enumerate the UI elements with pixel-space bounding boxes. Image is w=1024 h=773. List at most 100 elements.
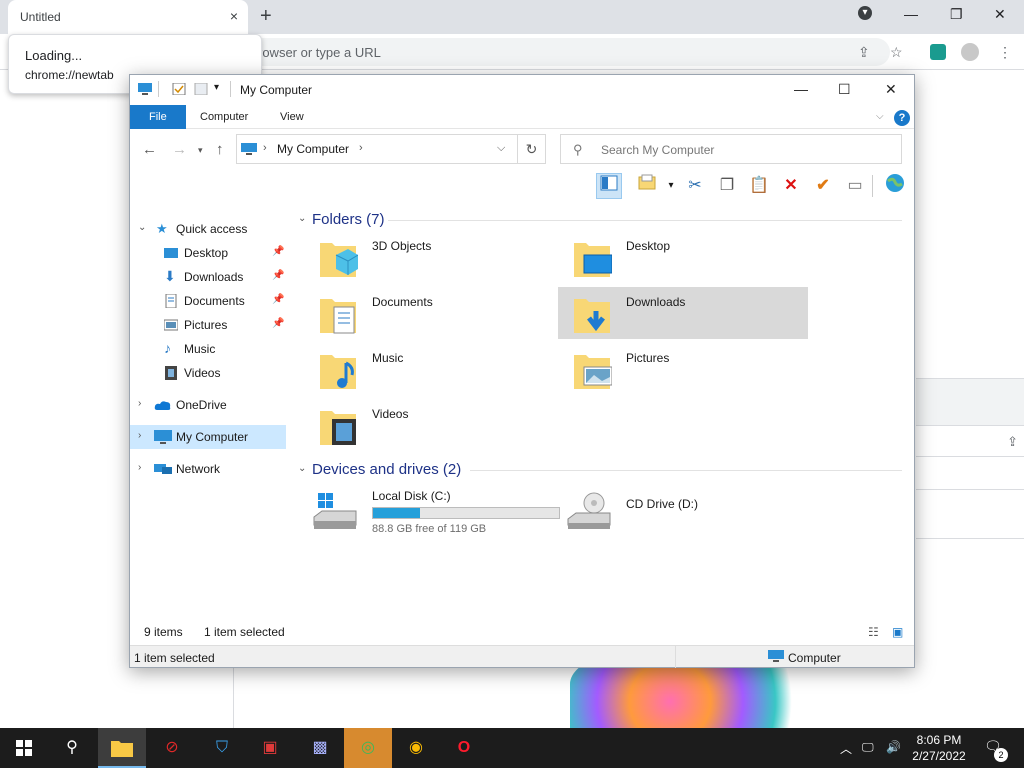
sidebar-item-downloads[interactable]: ⬇ Downloads 📌 xyxy=(130,265,290,289)
screen-recorder-icon[interactable]: ▣ xyxy=(246,728,294,768)
videos-folder-icon xyxy=(320,411,356,445)
refresh-button[interactable]: ↻ xyxy=(518,134,546,164)
folder-desktop[interactable]: Desktop xyxy=(558,231,808,283)
tab-search-button[interactable]: ▾ xyxy=(858,6,872,20)
expand-chevron-icon[interactable]: › xyxy=(138,430,141,441)
app-icon-red-badge[interactable]: ⊘ xyxy=(148,728,196,768)
start-button[interactable] xyxy=(0,728,48,768)
group-header-label: Devices and drives (2) xyxy=(312,461,462,478)
browser-maximize-button[interactable]: ❐ xyxy=(950,6,963,23)
breadcrumb-chevron-icon[interactable]: › xyxy=(359,142,363,154)
menu-kebab-icon[interactable]: ⋮ xyxy=(998,44,1012,61)
globe-icon[interactable] xyxy=(882,173,908,199)
windows-logo-icon xyxy=(16,740,32,756)
drive-label: Local Disk (C:) xyxy=(372,489,451,503)
sidebar-item-music[interactable]: ♪ Music xyxy=(130,337,290,361)
shield-app-icon[interactable]: ⛉ xyxy=(198,728,246,768)
browser-close-button[interactable]: ✕ xyxy=(994,6,1006,23)
delete-icon[interactable]: ✕ xyxy=(778,173,804,199)
address-box[interactable]: › My Computer › ⌵ xyxy=(236,134,518,164)
computer-icon xyxy=(241,143,257,155)
folder-videos[interactable]: Videos xyxy=(304,399,554,451)
drive-local-disk-c[interactable]: Local Disk (C:) 88.8 GB free of 119 GB xyxy=(304,485,564,537)
tab-view[interactable]: View xyxy=(280,111,304,123)
forward-button[interactable]: → xyxy=(172,141,187,158)
browser-minimize-button[interactable]: — xyxy=(904,6,918,22)
close-button[interactable]: ✕ xyxy=(885,81,897,98)
preview-pane-icon[interactable] xyxy=(596,173,622,199)
sidebar-item-documents[interactable]: Documents 📌 xyxy=(130,289,290,313)
up-button[interactable]: ↑ xyxy=(216,141,224,158)
folder-documents[interactable]: Documents xyxy=(304,287,554,339)
desktop-folder-icon xyxy=(574,243,612,277)
folder-label: Music xyxy=(372,351,404,365)
minimize-button[interactable]: — xyxy=(794,81,808,97)
new-item-dropdown-icon[interactable]: ▾ xyxy=(658,173,684,199)
folder-pictures[interactable]: Pictures xyxy=(558,343,808,395)
new-item-icon[interactable] xyxy=(634,173,660,199)
sidebar-item-network[interactable]: › Network xyxy=(130,457,290,481)
checkmark-icon[interactable]: ✔ xyxy=(810,173,836,199)
maximize-button[interactable]: ☐ xyxy=(838,81,851,98)
network-tray-icon[interactable]: 🖵 xyxy=(862,740,874,755)
sidebar-item-my-computer[interactable]: › My Computer xyxy=(130,425,286,449)
group-header-devices[interactable]: ⌄ Devices and drives (2) xyxy=(294,459,910,481)
tab-file[interactable]: File xyxy=(130,105,186,129)
volume-icon[interactable]: 🔊 xyxy=(886,740,901,754)
rename-icon[interactable]: ▭ xyxy=(842,173,868,199)
pin-icon: 📌 xyxy=(272,294,285,305)
film-icon xyxy=(165,366,177,380)
folder-3d-objects[interactable]: 3D Objects xyxy=(304,231,554,283)
breadcrumb-separator-icon[interactable]: › xyxy=(263,142,267,154)
drive-label: CD Drive (D:) xyxy=(626,497,698,511)
folder-downloads[interactable]: Downloads xyxy=(558,287,808,339)
recent-locations-button[interactable]: ▾ xyxy=(198,145,203,156)
chrome-browser-icon[interactable]: ◉ xyxy=(392,728,440,768)
address-dropdown-icon[interactable]: ⌵ xyxy=(497,142,505,155)
sidebar-item-quick-access[interactable]: ⌄ ★ Quick access xyxy=(130,217,290,241)
opera-browser-icon[interactable]: O xyxy=(440,728,488,768)
help-icon[interactable]: ? xyxy=(894,110,910,126)
download-arrow-icon: ⬇ xyxy=(164,268,176,284)
sidebar-item-desktop[interactable]: Desktop 📌 xyxy=(130,241,290,265)
drive-cd-d[interactable]: CD Drive (D:) xyxy=(558,485,818,537)
expand-chevron-icon[interactable]: › xyxy=(138,398,141,409)
new-folder-icon[interactable] xyxy=(194,83,208,95)
breadcrumb-my-computer[interactable]: My Computer xyxy=(277,142,349,156)
image-app-icon[interactable]: ▩ xyxy=(296,728,344,768)
bookmark-star-icon[interactable]: ☆ xyxy=(890,44,903,61)
cut-icon[interactable]: ✂ xyxy=(682,173,708,199)
paste-icon[interactable]: 📋 xyxy=(746,173,772,199)
panel-share-icon[interactable]: ⇪ xyxy=(1007,434,1018,450)
share-icon[interactable]: ⇪ xyxy=(858,44,870,61)
extension-icon[interactable] xyxy=(930,44,946,60)
properties-icon[interactable] xyxy=(172,83,186,95)
sidebar-item-videos[interactable]: Videos xyxy=(130,361,290,385)
large-icons-view-icon[interactable]: ▣ xyxy=(892,625,903,639)
folder-music[interactable]: Music xyxy=(304,343,554,395)
collapse-chevron-icon[interactable]: ⌄ xyxy=(298,213,306,224)
group-header-folders[interactable]: ⌄ Folders (7) xyxy=(294,209,910,231)
show-hidden-icons-chevron-icon[interactable]: ︿ xyxy=(840,740,852,757)
collapse-chevron-icon[interactable]: ⌄ xyxy=(298,463,306,474)
expand-chevron-icon[interactable]: › xyxy=(138,462,141,473)
details-view-icon[interactable]: ☷ xyxy=(868,625,879,639)
back-button[interactable]: ← xyxy=(142,141,157,158)
picture-icon xyxy=(164,319,178,331)
clock[interactable]: 8:06 PM 2/27/2022 xyxy=(908,732,970,764)
tab-computer[interactable]: Computer xyxy=(200,111,248,123)
profile-avatar[interactable] xyxy=(961,43,979,61)
sidebar-item-pictures[interactable]: Pictures 📌 xyxy=(130,313,290,337)
collapse-chevron-icon[interactable]: ⌄ xyxy=(138,222,146,233)
copy-icon[interactable]: ❐ xyxy=(714,173,740,199)
browser-tab[interactable]: Untitled × xyxy=(8,0,248,34)
new-tab-button[interactable]: + xyxy=(260,5,272,28)
quick-access-toolbar-dropdown[interactable]: ▾ xyxy=(214,82,219,93)
search-box[interactable]: ⚲ Search My Computer xyxy=(560,134,902,164)
search-button[interactable]: ⚲ xyxy=(48,728,96,768)
ribbon-expand-icon[interactable]: ⌵ xyxy=(876,111,884,122)
edge-browser-icon[interactable]: ◎ xyxy=(344,728,392,768)
file-explorer-taskbar-icon[interactable] xyxy=(98,728,146,768)
tab-close-button[interactable]: × xyxy=(230,8,238,24)
sidebar-item-onedrive[interactable]: › OneDrive xyxy=(130,393,290,417)
